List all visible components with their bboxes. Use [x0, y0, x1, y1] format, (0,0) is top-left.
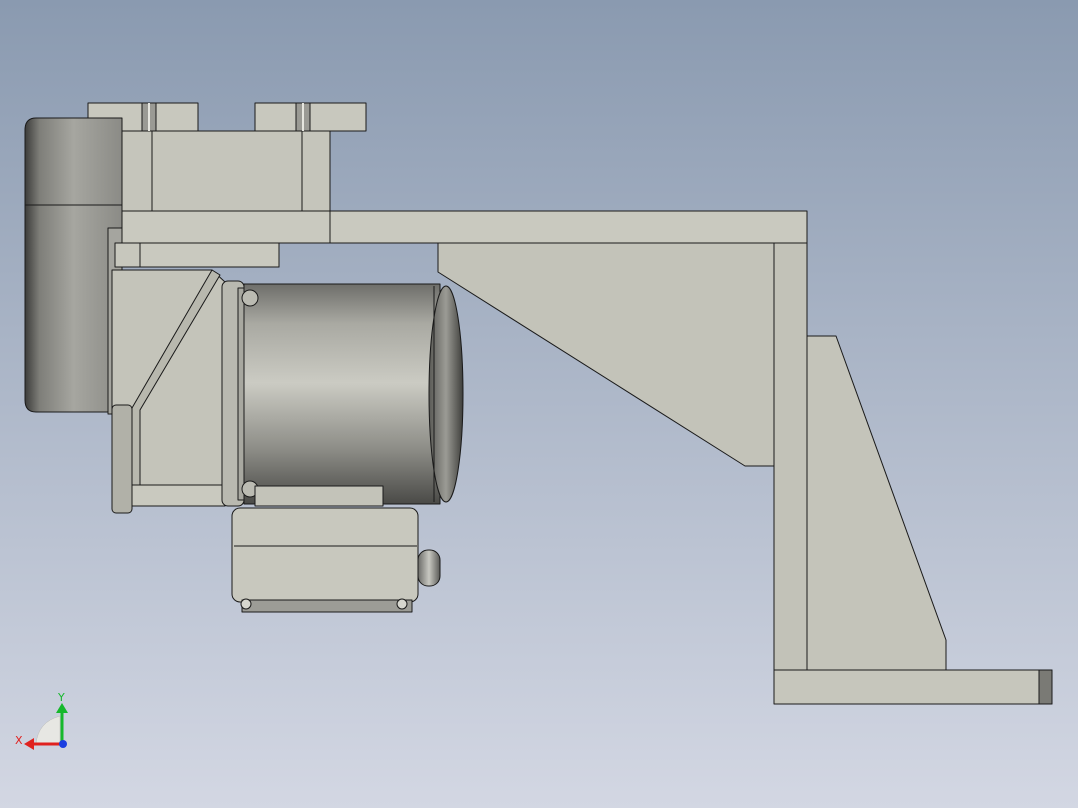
- model-view[interactable]: Y X: [0, 0, 1078, 808]
- x-axis-label: X: [15, 734, 23, 747]
- gearbox-cover-inner: [139, 242, 280, 268]
- motor-cylinder[interactable]: [243, 283, 441, 505]
- vertical-plate[interactable]: [773, 242, 808, 674]
- screw-right: [396, 598, 408, 610]
- terminal-box-body[interactable]: [231, 507, 419, 603]
- base-plate[interactable]: [773, 669, 1053, 705]
- main-motor[interactable]: [221, 280, 464, 507]
- base-plate-end: [1038, 669, 1053, 705]
- left-motor-body[interactable]: [24, 117, 123, 413]
- z-axis-dot: [59, 740, 67, 748]
- gearbox-side-plate: [111, 404, 133, 514]
- bolt-top: [241, 289, 259, 307]
- screw-left: [240, 598, 252, 610]
- cable-gland[interactable]: [417, 549, 441, 587]
- cad-viewport[interactable]: Y X: [0, 0, 1078, 808]
- left-motor[interactable]: [24, 117, 123, 415]
- terminal-box-base: [241, 599, 413, 613]
- terminal-box[interactable]: [231, 507, 441, 613]
- mount-body[interactable]: [121, 130, 331, 212]
- y-axis-label: Y: [57, 691, 65, 704]
- top-plate[interactable]: [121, 210, 808, 244]
- gearbox-base: [131, 484, 226, 507]
- motor-foot: [254, 485, 384, 507]
